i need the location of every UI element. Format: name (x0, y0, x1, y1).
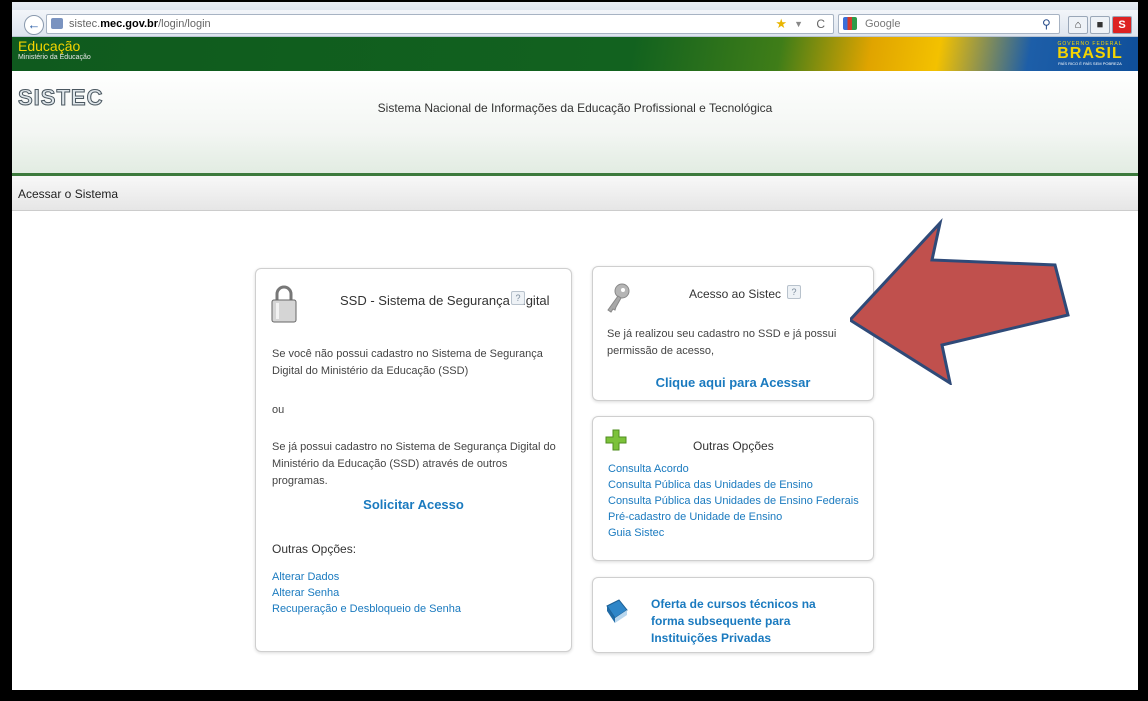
reload-icon[interactable]: C (816, 15, 825, 33)
educacao-title[interactable]: Educação (18, 39, 80, 53)
ssd-or-text: ou (272, 404, 285, 416)
book-icon (606, 599, 628, 623)
system-title: Sistema Nacional de Informações da Educa… (377, 101, 773, 115)
oferta-panel: Oferta de cursos técnicos na forma subse… (592, 577, 874, 653)
pre-cadastro-link[interactable]: Pré-cadastro de Unidade de Ensino (608, 509, 859, 525)
plus-icon (605, 429, 627, 451)
url-text: sistec.mec.gov.br/login/login (69, 18, 211, 30)
outras-opcoes-panel: Outras Opções Consulta Acordo Consulta P… (592, 416, 874, 561)
search-placeholder: Google (865, 18, 901, 30)
acesso-help-icon[interactable]: ? (787, 285, 801, 299)
brasil-logo-slogan: PAÍS RICO É PAÍS SEM POBREZA (1058, 61, 1122, 66)
search-icon[interactable]: ⚲ (1042, 17, 1051, 31)
breadcrumb-label: Acessar o Sistema (18, 187, 119, 201)
acesso-panel-title: Acesso ao Sistec (689, 287, 782, 301)
acesso-description: Se já realizou seu cadastro no SSD e já … (607, 328, 837, 357)
ssd-panel: SSD - Sistema de Segurança Digital ? Se … (255, 268, 572, 652)
site-favicon-icon (51, 18, 63, 29)
bookmarks-menu-icon[interactable]: ■ (1090, 16, 1110, 34)
solicitar-acesso-wrapper: Solicitar Acesso (256, 497, 571, 512)
recuperacao-senha-link[interactable]: Recuperação e Desbloqueio de Senha (272, 601, 461, 617)
system-header: SISTEC Sistema Nacional de Informações d… (10, 71, 1140, 176)
ssd-existing-account-text: Se já possui cadastro no Sistema de Segu… (272, 441, 556, 487)
google-search-engine-icon[interactable] (843, 17, 857, 30)
outras-opcoes-list: Consulta Acordo Consulta Pública das Uni… (608, 461, 859, 541)
red-arrow-annotation (850, 217, 1070, 385)
consulta-acordo-link[interactable]: Consulta Acordo (608, 461, 859, 477)
browser-toolbar: ← sistec.mec.gov.br/login/login ★ ▼ C Go… (10, 10, 1140, 37)
brasil-logo-word: BRASIL (1057, 45, 1123, 62)
alterar-dados-link[interactable]: Alterar Dados (272, 569, 461, 585)
outras-opcoes-title: Outras Opções (693, 439, 774, 453)
breadcrumb: Acessar o Sistema (10, 176, 1140, 211)
brasil-logo[interactable]: GOVERNO FEDERAL BRASIL PAÍS RICO É PAÍS … (1052, 41, 1128, 67)
consulta-unidades-link[interactable]: Consulta Pública das Unidades de Ensino (608, 477, 859, 493)
alterar-senha-link[interactable]: Alterar Senha (272, 585, 461, 601)
bookmark-star-icon[interactable]: ★ (775, 15, 787, 33)
ssd-no-account-text: Se você não possui cadastro no Sistema d… (272, 348, 543, 377)
search-bar[interactable]: Google (838, 14, 1060, 34)
ministerio-subtitle: Ministério da Educação (18, 54, 91, 61)
screenshot-frame: ← sistec.mec.gov.br/login/login ★ ▼ C Go… (10, 0, 1140, 692)
acessar-link-wrapper: Clique aqui para Acessar (593, 375, 873, 390)
solicitar-acesso-link[interactable]: Solicitar Acesso (363, 497, 464, 512)
oferta-cursos-link[interactable]: Oferta de cursos técnicos na forma subse… (651, 596, 851, 647)
guia-sistec-link[interactable]: Guia Sistec (608, 525, 859, 541)
address-bar[interactable]: sistec.mec.gov.br/login/login ★ ▼ C (46, 14, 834, 34)
back-arrow-icon[interactable]: ← (24, 15, 44, 35)
home-icon[interactable]: ⌂ (1068, 16, 1088, 34)
ssd-other-options-heading: Outras Opções: (272, 542, 357, 556)
padlock-icon (271, 285, 297, 323)
url-dropdown-icon[interactable]: ▼ (794, 15, 803, 33)
addon-s-button[interactable]: S (1112, 16, 1132, 34)
key-icon (607, 283, 630, 313)
ssd-other-options-list: Alterar Dados Alterar Senha Recuperação … (272, 569, 461, 617)
consulta-unidades-federais-link[interactable]: Consulta Pública das Unidades de Ensino … (608, 493, 859, 509)
acesso-panel: Acesso ao Sistec ? Se já realizou seu ca… (592, 266, 874, 401)
ssd-help-icon[interactable]: ? (511, 291, 525, 305)
clique-aqui-acessar-link[interactable]: Clique aqui para Acessar (656, 375, 811, 390)
government-banner: Educação Ministério da Educação GOVERNO … (10, 37, 1140, 71)
